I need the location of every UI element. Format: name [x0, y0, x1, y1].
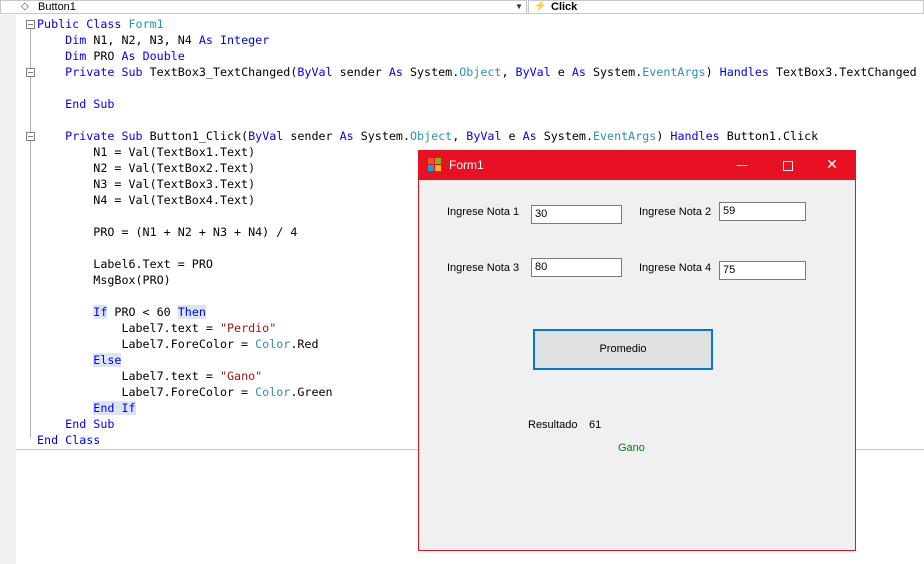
code-line: N3 = Val(TextBox3.Text) — [37, 177, 256, 191]
code-line: Label6.Text = PRO — [37, 257, 213, 271]
event-dropdown[interactable]: ⚡ Click — [528, 0, 924, 14]
object-dropdown[interactable]: ◇ Button1 ▼ — [0, 0, 527, 14]
status-label: Gano — [618, 442, 645, 454]
code-line: N1 = Val(TextBox1.Text) — [37, 145, 256, 159]
minimize-icon[interactable]: — — [719, 151, 765, 180]
button-object-icon: ◇ — [21, 1, 29, 12]
lightning-event-icon: ⚡ — [534, 1, 547, 12]
window-title: Form1 — [449, 158, 484, 172]
code-line: Label7.text = "Gano" — [37, 369, 263, 383]
code-line: End If — [93, 401, 136, 415]
code-line: PRO = (N1 + N2 + N3 + N4) / 4 — [37, 225, 298, 239]
code-line: Private Sub TextBox3_TextChanged(ByVal s… — [65, 65, 917, 79]
code-line: Private Sub Button1_Click(ByVal sender A… — [65, 129, 819, 143]
editor-navigation-bar: ◇ Button1 ▼ ⚡ Click — [0, 0, 924, 14]
collapse-icon[interactable]: − — [26, 20, 35, 29]
code-line: End Class — [37, 433, 101, 447]
code-line: Else — [93, 353, 122, 367]
collapse-icon[interactable]: − — [26, 68, 35, 77]
textbox-nota-2[interactable]: 59 — [719, 202, 806, 221]
code-line: If PRO < 60 Then — [93, 305, 206, 319]
code-line: Dim PRO As Double — [65, 49, 185, 63]
code-line: End Sub — [65, 97, 115, 111]
editor-gutter — [0, 15, 16, 564]
code-line: Public Class Form1 — [37, 17, 164, 31]
code-line: Label7.ForeColor = Color.Red — [37, 337, 319, 351]
code-line: Label7.ForeColor = Color.Green — [37, 385, 333, 399]
label-nota-3: Ingrese Nota 3 — [447, 262, 520, 274]
object-dropdown-value: Button1 — [38, 1, 76, 13]
code-line: Dim N1, N2, N3, N4 As Integer — [65, 33, 270, 47]
maximize-icon[interactable] — [765, 151, 811, 180]
code-line: Label7.text = "Perdio" — [37, 321, 277, 335]
code-line: End Sub — [65, 417, 115, 431]
textbox-nota-1[interactable]: 30 — [531, 205, 622, 224]
close-icon[interactable]: ✕ — [809, 151, 855, 180]
label-nota-4: Ingrese Nota 4 — [639, 262, 712, 274]
textbox-nota-3[interactable]: 80 — [531, 258, 622, 277]
result-value: 61 — [589, 419, 602, 431]
textbox-nota-4[interactable]: 75 — [719, 261, 806, 280]
result-label: Resultado — [528, 419, 578, 431]
form1-window: Form1 — ✕ Ingrese Nota 1 30 Ingrese Nota… — [418, 150, 856, 551]
code-line: MsgBox(PRO) — [37, 273, 171, 287]
collapse-icon[interactable]: − — [26, 132, 35, 141]
app-icon — [428, 158, 442, 172]
outline-line — [30, 26, 31, 438]
event-dropdown-value: Click — [551, 1, 578, 13]
promedio-button[interactable]: Promedio — [533, 329, 713, 370]
chevron-down-icon[interactable]: ▼ — [515, 1, 523, 13]
window-titlebar[interactable]: Form1 — ✕ — [419, 151, 855, 180]
label-nota-1: Ingrese Nota 1 — [447, 206, 520, 218]
code-line: N4 = Val(TextBox4.Text) — [37, 193, 256, 207]
label-nota-2: Ingrese Nota 2 — [639, 206, 712, 218]
code-line: N2 = Val(TextBox2.Text) — [37, 161, 256, 175]
